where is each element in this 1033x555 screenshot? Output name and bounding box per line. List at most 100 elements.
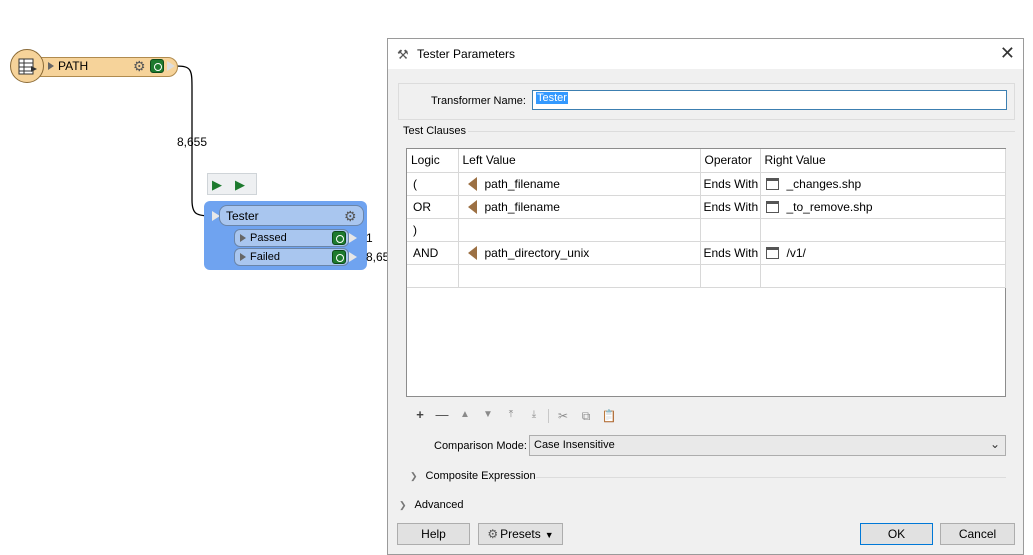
logic-cell[interactable] [407,264,459,288]
operator-cell[interactable]: Ends With [700,195,761,219]
port-tools: ▶ ▶ [207,173,257,195]
left-value-text: path_directory_unix [484,245,590,260]
operator-cell[interactable] [700,218,761,242]
move-top-icon[interactable]: ⤒ [503,409,519,420]
table-row[interactable]: OR path_filename Ends With _to_remove.sh… [407,195,1006,219]
presets-button[interactable]: ⚙ Presets ▼ [478,523,563,545]
attribute-icon [467,245,477,260]
left-value-cell[interactable]: path_filename [458,172,701,196]
move-up-icon[interactable]: ▲ [457,409,473,420]
left-value-cell[interactable] [458,264,701,288]
passed-label: Passed [250,232,287,244]
help-button[interactable]: Help [397,523,470,545]
text-value-icon [765,200,779,213]
table-row[interactable] [407,264,1006,288]
failed-label: Failed [250,251,280,263]
right-value-cell[interactable] [760,218,1006,242]
dialog-titlebar[interactable]: ⚒ Tester Parameters ✕ [388,39,1023,69]
right-value-cell[interactable]: /v1/ [760,241,1006,265]
table-reader-icon [10,49,44,83]
add-icon[interactable]: + [412,407,428,422]
right-value-text: _to_remove.shp [786,199,873,214]
comparison-mode-select[interactable]: Case Insensitive ⌄ [529,435,1006,456]
cut-icon[interactable]: ✂ [555,409,571,423]
right-value-cell[interactable] [760,264,1006,288]
column-header[interactable]: Left Value [458,149,701,173]
right-value-cell[interactable]: _changes.shp [760,172,1006,196]
tester-transformer-icon: ⚒ [397,47,409,62]
right-value-cell[interactable]: _to_remove.shp [760,195,1006,219]
passed-count: 1 [366,231,373,245]
failed-count: 8,65 [366,250,390,264]
inspect-icon[interactable] [150,59,164,73]
test-clauses-label: Test Clauses [403,125,466,137]
text-value-icon [765,177,779,190]
remove-icon[interactable]: — [434,407,450,422]
output-port-icon[interactable] [349,252,357,262]
gear-icon[interactable]: ⚙ [133,59,146,73]
connect-all-icon[interactable]: ▶ [235,177,245,193]
left-value-text: path_filename [484,176,560,191]
move-bottom-icon[interactable]: ⤓ [526,409,542,420]
logic-cell[interactable]: OR [407,195,459,219]
output-port-icon[interactable] [349,233,357,243]
workspace: PATH ⚙ 8,655 ▶ ▶ Tester ⚙ Passed Failed … [0,0,1033,555]
tester-parameters-dialog: ⚒ Tester Parameters ✕ Transformer Name: … [387,38,1024,555]
chevron-down-icon: ⌄ [989,437,1000,451]
operator-cell[interactable]: Ends With [700,241,761,265]
transformer-name-label: Transformer Name: [431,95,526,107]
copy-icon[interactable]: ⧉ [578,409,594,424]
path-reader-node[interactable]: PATH ⚙ [10,49,178,83]
connection-feature-count: 8,655 [177,135,208,149]
composite-expression-toggle[interactable]: ❯ Composite Expression [410,470,536,482]
comparison-mode-value: Case Insensitive [534,439,615,451]
gear-icon: ⚙ [487,527,499,541]
cancel-button[interactable]: Cancel [940,523,1015,545]
logic-cell[interactable]: ( [407,172,459,196]
table-row[interactable]: ) [407,218,1006,242]
chevron-right-icon: ❯ [410,471,418,481]
connect-port-icon[interactable]: ▶ [212,177,222,193]
reader-label: PATH [58,59,89,73]
paste-icon[interactable]: 📋 [601,409,617,423]
left-value-cell[interactable]: path_filename [458,195,701,219]
passed-port[interactable]: Passed [234,229,349,247]
failed-port[interactable]: Failed [234,248,349,266]
move-down-icon[interactable]: ▼ [480,409,496,420]
dialog-title: Tester Parameters [417,47,516,61]
left-value-cell[interactable] [458,218,701,242]
left-value-cell[interactable]: path_directory_unix [458,241,701,265]
workflow-canvas[interactable]: PATH ⚙ 8,655 ▶ ▶ Tester ⚙ Passed Failed … [0,0,390,555]
right-value-text: /v1/ [786,245,806,260]
logic-cell[interactable]: AND [407,241,459,265]
presets-label: Presets [500,527,541,541]
gear-icon[interactable]: ⚙ [344,209,357,223]
comparison-mode-label: Comparison Mode: [434,440,527,452]
inspect-icon[interactable] [332,231,346,245]
tester-header[interactable]: Tester ⚙ [219,205,364,226]
table-row[interactable]: AND path_directory_unix Ends With /v1/ [407,241,1006,265]
column-header[interactable]: Logic [407,149,459,173]
transformer-name-value: Tester [536,92,568,104]
tester-node[interactable]: Tester ⚙ Passed Failed [204,201,367,270]
attribute-icon [467,176,477,191]
expand-arrow-icon[interactable] [48,62,54,70]
column-header[interactable]: Operator [700,149,761,173]
logic-cell[interactable]: ) [407,218,459,242]
transformer-name-input[interactable]: Tester [532,90,1007,110]
advanced-label: Advanced [414,499,464,511]
output-port-icon[interactable] [167,61,175,71]
test-clauses-table[interactable]: Logic Left Value Operator Right Value ( … [406,148,1006,397]
inspect-icon[interactable] [332,250,346,264]
dropdown-caret-icon: ▼ [544,530,554,540]
advanced-toggle[interactable]: ❯ Advanced [399,499,463,511]
divider [536,477,1006,478]
operator-cell[interactable]: Ends With [700,172,761,196]
column-header[interactable]: Right Value [760,149,1006,173]
ok-button[interactable]: OK [860,523,933,545]
operator-cell[interactable] [700,264,761,288]
table-row[interactable]: ( path_filename Ends With _changes.shp [407,172,1006,196]
text-value-icon [765,246,779,259]
close-icon[interactable]: ✕ [1000,43,1015,64]
attribute-icon [467,199,477,214]
